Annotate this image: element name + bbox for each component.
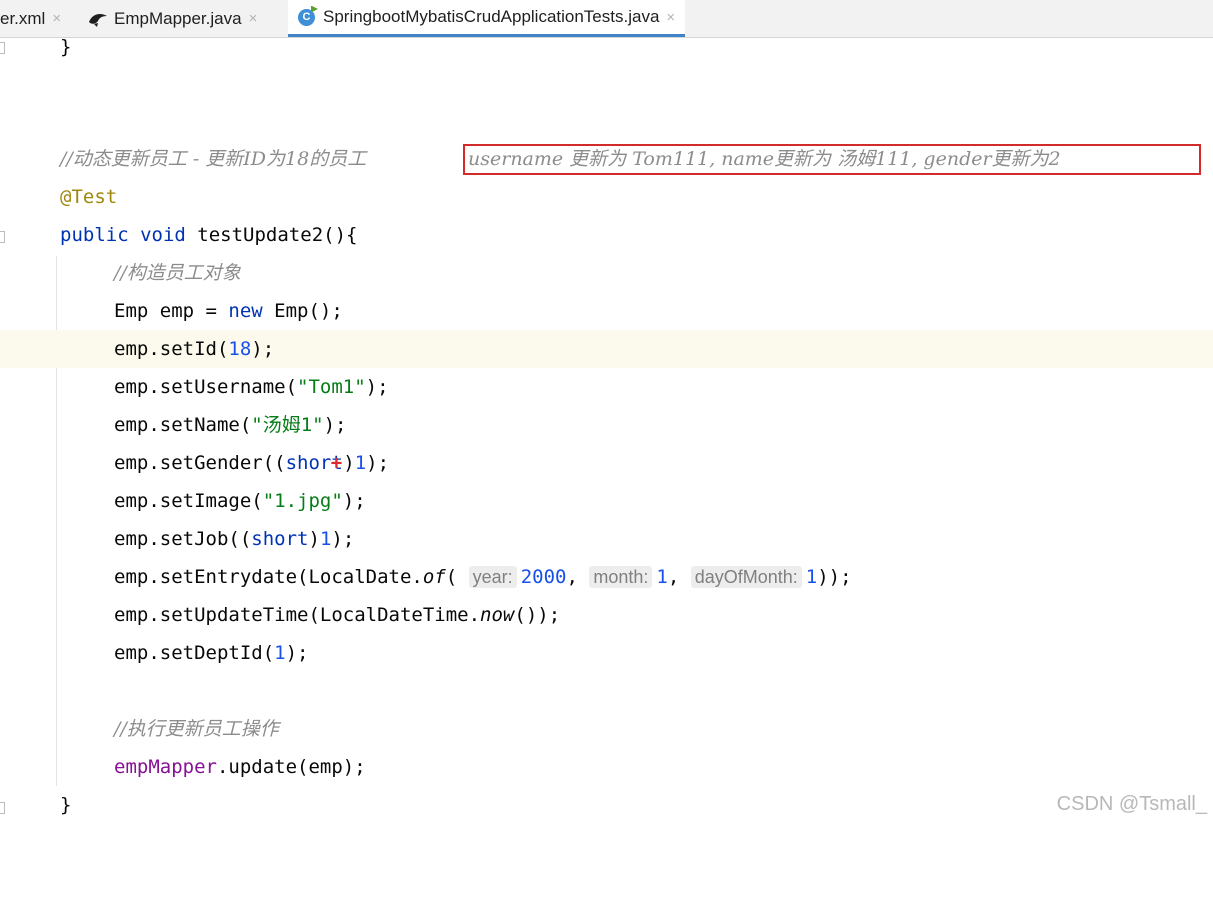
code-token: emp.setImage( bbox=[114, 490, 263, 512]
code-line: emp.setName("汤姆1"); bbox=[0, 406, 1213, 444]
inlay-hint-year: year: bbox=[468, 566, 517, 588]
code-token: .update(emp); bbox=[216, 756, 366, 778]
inlay-hint-day-of-month: dayOfMonth: bbox=[690, 566, 802, 588]
code-token: new bbox=[228, 300, 263, 322]
code-line: Emp emp = new Emp(); bbox=[0, 292, 1213, 330]
code-text: emp.setJob((short)1); bbox=[114, 520, 354, 558]
watermark: CSDN @Tsmall_ bbox=[1056, 793, 1207, 815]
code-token: emp.setGender(( bbox=[114, 452, 286, 474]
comment: //动态更新员工 - 更新ID为18的员工 bbox=[60, 148, 373, 170]
code-token: void bbox=[140, 224, 186, 246]
java-class-icon: C bbox=[298, 8, 315, 26]
mybatis-bird-icon bbox=[88, 10, 107, 28]
code-token: emp.setUsername( bbox=[114, 376, 298, 398]
code-line: //执行更新员工操作 bbox=[0, 710, 1213, 748]
code-token: 1 bbox=[805, 566, 818, 588]
code-token: ); bbox=[365, 376, 389, 398]
code-token: 1 bbox=[354, 452, 367, 474]
code-token: emp.setName( bbox=[114, 414, 252, 436]
code-token: )); bbox=[817, 566, 852, 588]
code-token: ); bbox=[251, 338, 275, 360]
code-token: now bbox=[480, 604, 515, 626]
code-text: emp.setEntrydate(LocalDate.of( year: 2000… bbox=[114, 558, 852, 596]
code-token: short bbox=[251, 528, 309, 550]
text-cursor-mark: + bbox=[330, 452, 343, 474]
code-line: @Test bbox=[0, 178, 1213, 216]
code-token: ) bbox=[343, 452, 355, 474]
code-token: , bbox=[566, 566, 590, 588]
code-token: 18 bbox=[228, 338, 252, 360]
code-text: emp.setName("汤姆1"); bbox=[114, 406, 347, 444]
code-text: emp.setGender((short+)1); bbox=[114, 444, 389, 482]
code-token: 1 bbox=[319, 528, 332, 550]
code-text: emp.setUpdateTime(LocalDateTime.now()); bbox=[114, 596, 560, 634]
code-token: Emp emp = bbox=[114, 300, 229, 322]
method-signature: testUpdate2(){ bbox=[185, 224, 358, 246]
code-token: emp.setUpdateTime(LocalDateTime. bbox=[114, 604, 481, 626]
code-line-current: emp.setId(18); bbox=[0, 330, 1213, 368]
code-line: emp.setGender((short+)1); bbox=[0, 444, 1213, 482]
code-line: emp.setUpdateTime(LocalDateTime.now()); bbox=[0, 596, 1213, 634]
code-text: emp.setId(18); bbox=[114, 330, 274, 368]
code-token: ); bbox=[323, 414, 347, 436]
code-line: public void testUpdate2(){ bbox=[0, 216, 1213, 254]
code-line: emp.setDeptId(1); bbox=[0, 634, 1213, 672]
code-line: } bbox=[60, 36, 72, 58]
red-highlight-box: username 更新为 Tom111, name更新为 汤姆111, gend… bbox=[463, 144, 1201, 175]
tab-label: er.xml bbox=[0, 8, 46, 28]
code-line: emp.setJob((short)1); bbox=[0, 520, 1213, 558]
code-token: emp.setEntrydate(LocalDate. bbox=[114, 566, 423, 588]
tab-label: EmpMapper.java bbox=[114, 8, 242, 28]
close-icon[interactable]: × bbox=[666, 9, 675, 26]
close-icon[interactable]: × bbox=[249, 10, 258, 27]
code-token: of bbox=[422, 566, 446, 588]
inlay-hint-month: month: bbox=[589, 566, 653, 588]
code-token: Emp(); bbox=[262, 300, 343, 322]
code-token: empMapper bbox=[114, 756, 217, 778]
close-icon[interactable]: × bbox=[52, 10, 61, 27]
code-token: "汤姆1" bbox=[251, 414, 324, 436]
code-text: } bbox=[60, 794, 72, 816]
code-token: 1 bbox=[274, 642, 286, 664]
code-text: emp.setDeptId(1); bbox=[114, 634, 309, 672]
code-line: //构造员工对象 bbox=[0, 254, 1213, 292]
code-text: empMapper.update(emp); bbox=[114, 748, 366, 786]
code-token: 2000 bbox=[520, 566, 567, 588]
code-line: } bbox=[0, 786, 1213, 824]
code-token: emp.setJob(( bbox=[114, 528, 252, 550]
tab-label: SpringbootMybatisCrudApplicationTests.ja… bbox=[323, 7, 660, 26]
highlighted-comment: username 更新为 Tom111, name更新为 汤姆111, gend… bbox=[468, 148, 1061, 170]
annotation: @Test bbox=[60, 186, 118, 208]
code-editor[interactable]: } //动态更新员工 - 更新ID为18的员工 username 更新为 Tom… bbox=[0, 36, 1213, 824]
code-text: public void testUpdate2(){ bbox=[60, 216, 357, 254]
code-token: ) bbox=[308, 528, 320, 550]
comment: //构造员工对象 bbox=[114, 262, 241, 284]
code-token: public bbox=[60, 224, 129, 246]
code-token: ); bbox=[285, 642, 309, 664]
code-text: emp.setUsername("Tom1"); bbox=[114, 368, 389, 406]
code-text: emp.setImage("1.jpg"); bbox=[114, 482, 366, 520]
code-token: 1 bbox=[656, 566, 668, 588]
code-token: ); bbox=[331, 528, 355, 550]
code-token: ); bbox=[342, 490, 366, 512]
code-token: emp.setDeptId( bbox=[114, 642, 275, 664]
code-token: emp.setId( bbox=[114, 338, 229, 360]
code-line: emp.setImage("1.jpg"); bbox=[0, 482, 1213, 520]
code-token: , bbox=[667, 566, 691, 588]
code-line: emp.setUsername("Tom1"); bbox=[0, 368, 1213, 406]
code-token: "Tom1" bbox=[297, 376, 366, 398]
code-token: ( bbox=[445, 566, 458, 588]
code-line: empMapper.update(emp); bbox=[0, 748, 1213, 786]
comment: //执行更新员工操作 bbox=[114, 718, 279, 740]
code-token: "1.jpg" bbox=[262, 490, 343, 512]
code-token: ); bbox=[366, 452, 390, 474]
code-text: Emp emp = new Emp(); bbox=[114, 292, 343, 330]
code-token: ()); bbox=[514, 604, 561, 626]
code-line: emp.setEntrydate(LocalDate.of( year: 2000… bbox=[0, 558, 1213, 596]
